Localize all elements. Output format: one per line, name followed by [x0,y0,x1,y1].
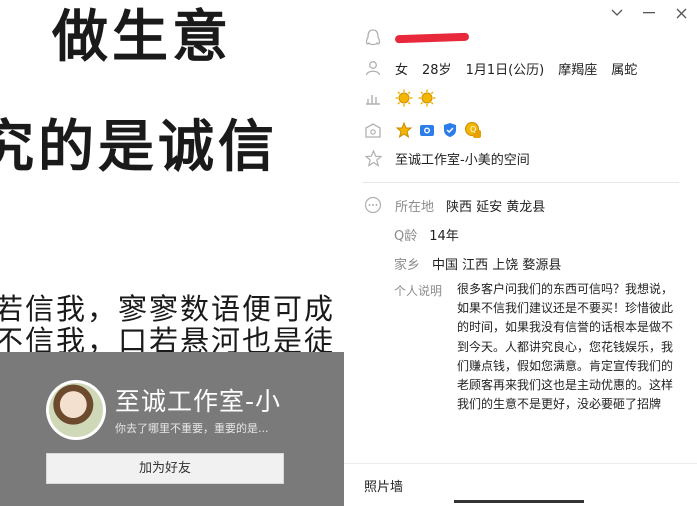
birthday: 1月1日(公历) [465,62,545,78]
avatar[interactable] [46,380,106,440]
penguin-icon [362,27,384,49]
divider [344,463,697,464]
vip-star-icon[interactable] [395,121,413,139]
star-icon [362,147,384,169]
qage-row: Q龄 14年 [394,222,459,246]
person-icon [362,57,384,79]
level-chart-icon [362,87,384,109]
location-label: 所在地 [395,199,435,215]
hometown-value: 中国 江西 上饶 婺源县 [432,257,562,273]
game-badge-icon[interactable]: Q [464,121,482,139]
qzone-row: 至诚工作室-小美的空间 [362,146,530,170]
cover-panel: 做生意 究的是诚信 若信我，寥寥数语便可成 不信我，口若悬河也是徒 至诚工作室-… [0,0,344,506]
bio-label: 个人说明 [394,284,443,298]
add-friend-button[interactable]: 加为好友 [46,453,284,484]
badges-icon [362,119,384,141]
minimize-icon[interactable] [633,0,665,26]
chevron-down-icon[interactable] [601,0,633,26]
sun-icon[interactable] [395,89,413,107]
basic-info-row: 女 28岁 1月1日(公历) 摩羯座 属蛇 [362,56,651,80]
divider [362,182,679,183]
qq-number-row [362,26,470,50]
badges-row: Q [362,118,487,142]
cover-text-line: 究的是诚信 [0,115,278,180]
nickname: 至诚工作室-小 [115,387,282,416]
age: 28岁 [422,62,452,78]
svg-text:Q: Q [470,125,476,134]
camera-icon[interactable] [418,121,436,139]
hometown-label: 家乡 [394,257,421,273]
location-row: 所在地 陕西 延安 黄龙县 [362,193,545,217]
more-icon [362,194,384,216]
cover-text-line: 做生意 [52,5,232,70]
photo-wall-label: 照片墙 [364,480,404,495]
zodiac: 摩羯座 [558,62,598,78]
info-panel: 女 28岁 1月1日(公历) 摩羯座 属蛇 Q 至诚工作室-小美的空间 所在地 … [344,0,697,506]
sun-icon[interactable] [418,89,436,107]
close-icon[interactable] [665,0,697,26]
redacted-qq-number [394,32,470,44]
hometown-row: 家乡 中国 江西 上饶 婺源县 [394,251,561,275]
signature[interactable]: 你去了哪里不重要，重要的是... [115,420,269,436]
window-controls [601,0,697,26]
photo-wall-preview[interactable] [454,498,584,506]
qage-label: Q龄 [394,228,418,244]
profile-card: 至诚工作室-小 你去了哪里不重要，重要的是... 加为好友 [0,352,344,506]
gender: 女 [395,62,409,78]
qzone-link[interactable]: 至诚工作室-小美的空间 [395,149,530,168]
level-row [362,86,441,110]
scrollbar[interactable] [691,30,697,500]
qage-value: 14年 [429,228,459,244]
chinese-zodiac: 属蛇 [611,62,638,78]
bio-text: 很多客户问我们的东西可信吗？我想说，如果不信我们建议还是不要买！珍惜彼此的时间，… [457,282,674,412]
location-value: 陕西 延安 黄龙县 [446,199,546,215]
shield-icon[interactable] [441,121,459,139]
